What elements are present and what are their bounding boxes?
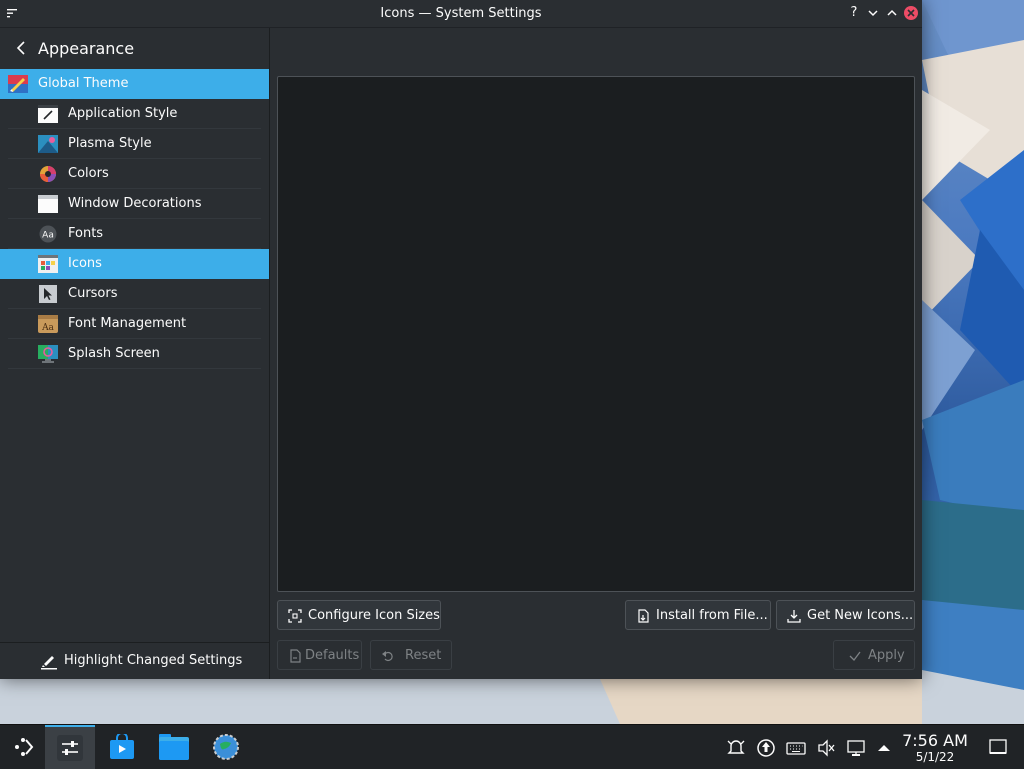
svg-text:Aa: Aa: [41, 323, 54, 333]
content-area: Configure Icon Sizes Install from File..…: [270, 28, 922, 679]
maximize-button[interactable]: [884, 5, 900, 21]
svg-text:Aa: Aa: [42, 231, 54, 241]
sidebar-item-label: Window Decorations: [68, 196, 202, 211]
content-header: [270, 28, 922, 68]
resize-icon: [288, 609, 302, 623]
apply-button[interactable]: Apply: [833, 640, 915, 670]
browser-globe-icon: [213, 734, 239, 760]
close-button[interactable]: [904, 6, 918, 20]
sidebar-item-label: Plasma Style: [68, 136, 152, 151]
sidebar: Appearance Global Theme Application Styl…: [0, 28, 270, 679]
sidebar-item-fonts[interactable]: Aa Fonts: [0, 219, 269, 249]
minimize-button[interactable]: [865, 5, 881, 21]
apply-label: Apply: [868, 648, 905, 663]
taskbar-system-settings[interactable]: [45, 725, 95, 769]
divider: [8, 368, 261, 369]
install-from-file-label: Install from File...: [656, 608, 768, 623]
tray-expand-arrow-icon[interactable]: [874, 738, 894, 758]
sidebar-item-font-management[interactable]: Aa Font Management: [0, 309, 269, 339]
configure-icon-sizes-button[interactable]: Configure Icon Sizes: [277, 600, 441, 630]
sidebar-item-label: Colors: [68, 166, 109, 181]
sidebar-item-label: Font Management: [68, 316, 187, 331]
document-import-icon: [638, 609, 649, 623]
audio-muted-icon[interactable]: [816, 738, 836, 758]
sidebar-item-global-theme[interactable]: Global Theme: [0, 69, 269, 99]
chevron-up-icon: [887, 9, 897, 16]
icon-theme-list[interactable]: [277, 76, 915, 592]
updates-icon[interactable]: [756, 738, 776, 758]
sidebar-item-label: Global Theme: [38, 76, 129, 91]
reset-label: Reset: [405, 648, 442, 663]
keyboard-icon[interactable]: [786, 738, 806, 758]
undo-icon: [382, 651, 393, 662]
highlighter-icon: [41, 656, 57, 670]
sidebar-item-colors[interactable]: Colors: [0, 159, 269, 189]
window-title: Icons — System Settings: [380, 6, 542, 21]
sidebar-item-icons[interactable]: Icons: [0, 249, 269, 279]
defaults-label: Defaults: [305, 648, 360, 663]
sidebar-item-label: Splash Screen: [68, 346, 160, 361]
checkmark-icon: [849, 651, 861, 661]
close-icon: [907, 9, 915, 17]
reset-button[interactable]: Reset: [370, 640, 452, 670]
sidebar-item-label: Icons: [68, 256, 102, 271]
sidebar-item-cursors[interactable]: Cursors: [0, 279, 269, 309]
cursors-icon: [39, 285, 57, 303]
chevron-down-icon: [868, 10, 878, 17]
system-settings-icon: [57, 735, 83, 761]
fonts-icon: Aa: [39, 225, 57, 243]
titlebar: Icons — System Settings ?: [0, 0, 922, 28]
folder-icon: [159, 734, 189, 760]
system-settings-window: Icons — System Settings ? Appearance Glo…: [0, 0, 922, 679]
get-new-icons-label: Get New Icons...: [807, 608, 914, 623]
help-button[interactable]: ?: [846, 5, 862, 21]
chevron-left-icon: [16, 41, 25, 55]
configure-icon-sizes-label: Configure Icon Sizes: [308, 608, 440, 623]
install-from-file-button[interactable]: Install from File...: [625, 600, 771, 630]
document-revert-icon: [290, 649, 301, 663]
plasma-style-icon: [38, 135, 58, 153]
splash-screen-icon: [38, 345, 58, 363]
download-icon: [787, 610, 801, 623]
sidebar-item-application-style[interactable]: Application Style: [0, 99, 269, 129]
colors-icon: [40, 166, 56, 182]
global-theme-icon: [8, 75, 28, 93]
kde-launcher-icon: [15, 738, 34, 756]
notification-bell-icon[interactable]: [726, 738, 746, 758]
show-desktop-icon[interactable]: [988, 737, 1008, 757]
font-management-icon: Aa: [38, 315, 58, 333]
clock-time[interactable]: 7:56 AM: [897, 731, 973, 750]
back-button[interactable]: Appearance: [0, 28, 269, 68]
sidebar-item-label: Application Style: [68, 106, 178, 121]
network-wired-icon[interactable]: [846, 738, 866, 758]
clock-date[interactable]: 5/1/22: [897, 750, 973, 764]
discover-store-icon: [110, 734, 134, 759]
sidebar-item-plasma-style[interactable]: Plasma Style: [0, 129, 269, 159]
sidebar-item-label: Cursors: [68, 286, 118, 301]
taskbar: 7:56 AM 5/1/22: [0, 724, 1024, 769]
sidebar-item-window-decorations[interactable]: Window Decorations: [0, 189, 269, 219]
highlight-changed-settings-label: Highlight Changed Settings: [64, 653, 243, 668]
application-style-icon: [38, 105, 58, 123]
icons-icon: [38, 255, 58, 273]
window-decorations-icon: [38, 195, 58, 213]
sidebar-header-title: Appearance: [38, 39, 135, 58]
taskbar-browser[interactable]: [201, 725, 251, 769]
taskbar-dolphin[interactable]: [149, 725, 199, 769]
taskbar-discover[interactable]: [97, 725, 147, 769]
sidebar-item-splash-screen[interactable]: Splash Screen: [0, 339, 269, 369]
sidebar-footer: Highlight Changed Settings: [0, 642, 269, 679]
sidebar-item-label: Fonts: [68, 226, 104, 241]
application-launcher-button[interactable]: [0, 725, 50, 769]
defaults-button[interactable]: Defaults: [277, 640, 362, 670]
get-new-icons-button[interactable]: Get New Icons...: [776, 600, 915, 630]
